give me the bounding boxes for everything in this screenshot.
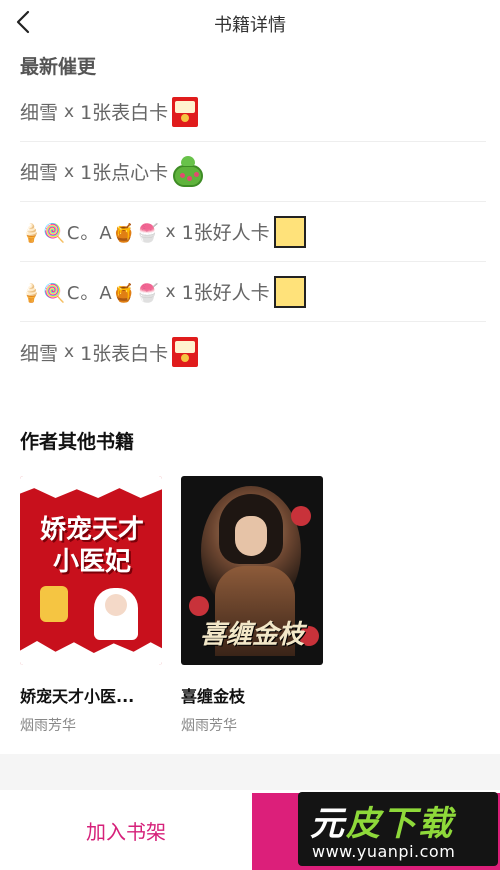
book-title[interactable]: 喜缠金枝	[181, 683, 323, 707]
latest-urge-title: 最新催更	[20, 56, 97, 78]
list-item: 🍦🍭C。A🍯🍧 x 1张好人卡	[20, 262, 486, 322]
book-cover[interactable]: 娇宠天才小医妃	[20, 476, 162, 665]
user-name: 🍦🍭C。A🍯🍧	[20, 222, 160, 244]
book-cover[interactable]: 喜缠金枝	[181, 476, 323, 665]
list-item: 细雪 x 1张表白卡	[20, 322, 486, 382]
cover-title: 喜缠金枝	[199, 620, 304, 650]
multiply-sign: x	[64, 101, 75, 122]
watermark-text: 元皮下载	[310, 804, 454, 844]
list-item: 细雪 x 1张表白卡	[20, 82, 486, 142]
section-divider	[0, 754, 500, 790]
gift-text: 1张表白卡	[80, 342, 169, 365]
user-name: 细雪	[20, 102, 59, 124]
add-to-shelf-button[interactable]: 加入书架	[0, 790, 252, 870]
yellow-card-icon	[273, 215, 306, 248]
book-title[interactable]: 娇宠天才小医...	[20, 683, 162, 707]
urge-list: 细雪 x 1张表白卡 细雪 x 1张点心卡 🍦🍭C。A🍯🍧 x 1张好人卡 🍦🍭…	[20, 82, 486, 382]
book-author: 烟雨芳华	[181, 718, 237, 734]
multiply-sign: x	[64, 161, 75, 182]
page-title: 书籍详情	[214, 15, 286, 36]
header-bar: 书籍详情	[0, 0, 500, 44]
multiply-sign: x	[64, 342, 75, 362]
book-author: 烟雨芳华	[20, 718, 76, 734]
multiply-sign: x	[165, 281, 176, 302]
book-card[interactable]: 喜缠金枝 喜缠金枝 烟雨芳华	[181, 476, 323, 735]
other-books-title: 作者其他书籍	[20, 431, 135, 453]
watermark-url: www.yuanpi.com	[312, 842, 456, 861]
watermark-logo: 元皮下载 www.yuanpi.com	[298, 792, 498, 866]
gift-text: 1张好人卡	[181, 282, 270, 304]
red-envelope-card-icon	[172, 96, 199, 127]
user-name: 细雪	[20, 162, 59, 184]
cover-title: 娇宠天才小医妃	[39, 515, 144, 577]
book-card[interactable]: 娇宠天才小医妃 娇宠天才小医... 烟雨芳华	[20, 476, 162, 735]
multiply-sign: x	[165, 221, 176, 242]
list-item: 🍦🍭C。A🍯🍧 x 1张好人卡	[20, 202, 486, 262]
list-item: 细雪 x 1张点心卡	[20, 142, 486, 202]
gift-text: 1张点心卡	[80, 162, 169, 184]
gift-text: 1张表白卡	[80, 102, 169, 124]
user-name: 细雪	[20, 342, 59, 365]
yellow-card-icon	[273, 275, 306, 308]
green-cake-card-icon	[172, 155, 204, 188]
gift-text: 1张好人卡	[181, 222, 270, 244]
other-books-list: 娇宠天才小医妃 娇宠天才小医... 烟雨芳华 喜缠金枝 喜缠金枝 烟雨芳华	[20, 476, 490, 736]
red-envelope-card-icon	[172, 337, 199, 367]
user-name: 🍦🍭C。A🍯🍧	[20, 282, 160, 304]
